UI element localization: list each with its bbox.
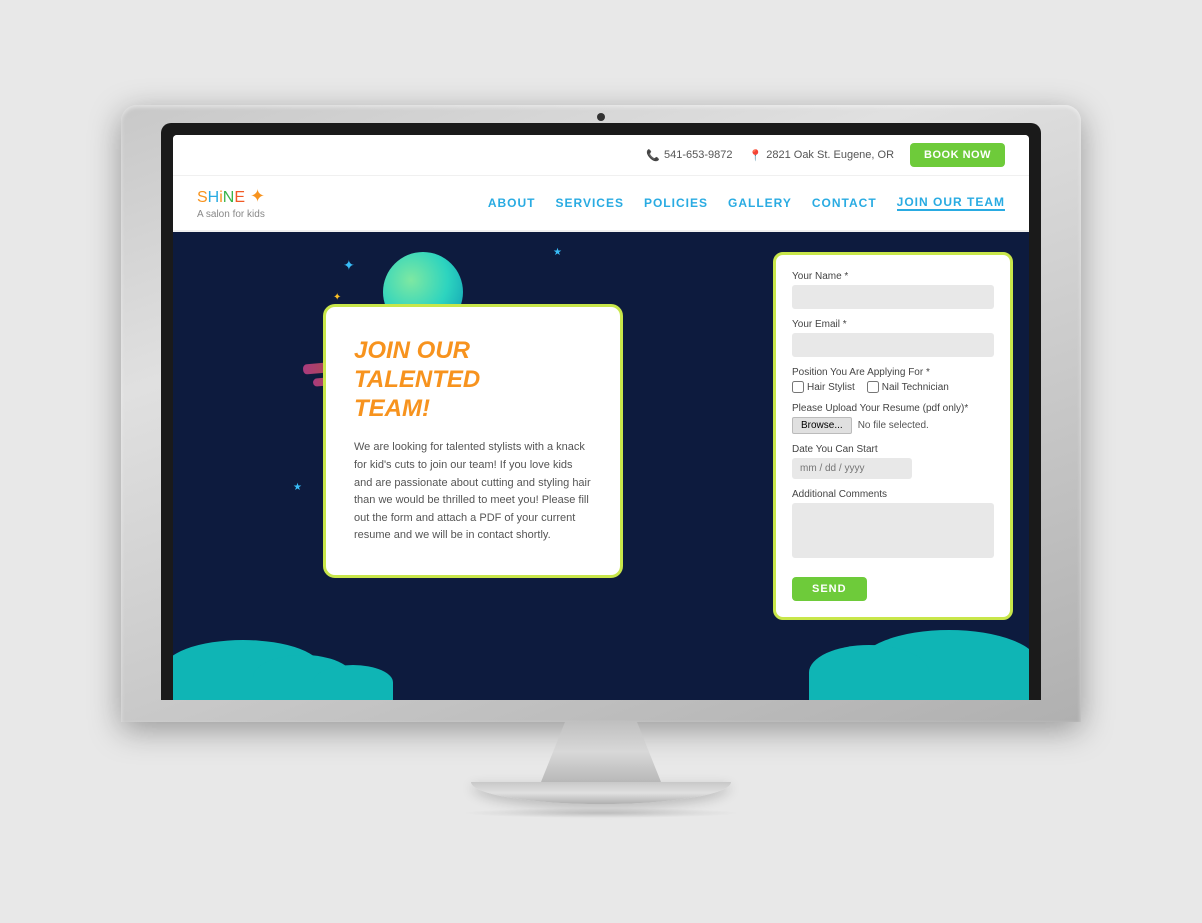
- screen-content: 📞 541-653-9872 📍 2821 Oak St. Eugene, OR…: [173, 135, 1029, 700]
- logo: SHiNE ✦ A salon for kids: [197, 186, 265, 220]
- nail-tech-option: Nail Technician: [867, 381, 949, 393]
- nav-services[interactable]: SERVICES: [556, 196, 624, 210]
- camera-dot: [597, 113, 605, 121]
- logo-s: S: [197, 189, 208, 206]
- location-icon: 📍: [749, 149, 763, 162]
- logo-text: SHiNE ✦: [197, 186, 265, 207]
- no-file-label: No file selected.: [858, 420, 929, 431]
- position-checkboxes: Hair Stylist Nail Technician: [792, 381, 994, 393]
- address-text: 2821 Oak St. Eugene, OR: [766, 149, 894, 161]
- join-card: JOIN OUR TALENTED TEAM! We are looking f…: [323, 304, 623, 578]
- monitor-shell: 📞 541-653-9872 📍 2821 Oak St. Eugene, OR…: [121, 105, 1081, 818]
- hair-stylist-option: Hair Stylist: [792, 381, 855, 393]
- nail-tech-label: Nail Technician: [882, 382, 949, 393]
- name-input[interactable]: [792, 285, 994, 309]
- comments-label: Additional Comments: [792, 489, 994, 500]
- monitor-neck: [541, 722, 661, 782]
- hero-left: JOIN OUR TALENTED TEAM! We are looking f…: [173, 232, 763, 700]
- browse-button[interactable]: Browse...: [792, 417, 852, 434]
- position-group: Position You Are Applying For * Hair Sty…: [792, 367, 994, 393]
- position-label: Position You Are Applying For *: [792, 367, 994, 378]
- nail-tech-checkbox[interactable]: [867, 381, 879, 393]
- apply-form: Your Name * Your Email * Position You Ar…: [773, 252, 1013, 620]
- hero-right: Your Name * Your Email * Position You Ar…: [763, 232, 1029, 700]
- resume-group: Please Upload Your Resume (pdf only)* Br…: [792, 403, 994, 434]
- join-title: JOIN OUR TALENTED TEAM!: [354, 337, 592, 423]
- resume-label: Please Upload Your Resume (pdf only)*: [792, 403, 994, 414]
- join-description: We are looking for talented stylists wit…: [354, 439, 592, 545]
- date-label: Date You Can Start: [792, 444, 994, 455]
- nav-about[interactable]: ABOUT: [488, 196, 536, 210]
- comments-textarea[interactable]: [792, 503, 994, 558]
- logo-e: E: [234, 189, 245, 206]
- logo-tagline: A salon for kids: [197, 209, 265, 220]
- logo-n: N: [223, 189, 235, 206]
- nav-contact[interactable]: CONTACT: [812, 196, 877, 210]
- monitor-bezel: 📞 541-653-9872 📍 2821 Oak St. Eugene, OR…: [161, 123, 1041, 700]
- date-input[interactable]: [792, 458, 912, 479]
- nav-gallery[interactable]: GALLERY: [728, 196, 792, 210]
- email-label: Your Email *: [792, 319, 994, 330]
- monitor-base: [471, 782, 731, 804]
- logo-star-icon: ✦: [245, 186, 265, 206]
- nav-join-our-team[interactable]: JOIN OUR TEAM: [897, 195, 1005, 211]
- hero-section: ✦ ✦ ✦ ★ ✦ ✦ ✦ ★ ★ JOIN OUR TALENTED T: [173, 232, 1029, 700]
- logo-h: H: [208, 189, 220, 206]
- nav-links: ABOUT SERVICES POLICIES GALLERY CONTACT …: [488, 195, 1005, 211]
- send-button[interactable]: SEND: [792, 577, 867, 601]
- phone-icon: 📞: [646, 149, 660, 162]
- file-upload-row: Browse... No file selected.: [792, 417, 994, 434]
- nav-policies[interactable]: POLICIES: [644, 196, 708, 210]
- address-info: 📍 2821 Oak St. Eugene, OR: [749, 149, 895, 162]
- top-bar: 📞 541-653-9872 📍 2821 Oak St. Eugene, OR…: [173, 135, 1029, 176]
- book-now-button[interactable]: BOOK NOW: [910, 143, 1005, 167]
- phone-info: 📞 541-653-9872: [646, 149, 732, 162]
- monitor-screen-outer: 📞 541-653-9872 📍 2821 Oak St. Eugene, OR…: [121, 105, 1081, 722]
- hair-stylist-label: Hair Stylist: [807, 382, 855, 393]
- monitor-base-shadow: [461, 808, 741, 818]
- comments-group: Additional Comments: [792, 489, 994, 563]
- date-group: Date You Can Start: [792, 444, 994, 479]
- hair-stylist-checkbox[interactable]: [792, 381, 804, 393]
- name-label: Your Name *: [792, 271, 994, 282]
- email-group: Your Email *: [792, 319, 994, 357]
- nav-bar: SHiNE ✦ A salon for kids ABOUT SERVICES …: [173, 176, 1029, 232]
- phone-number: 541-653-9872: [664, 149, 733, 161]
- email-input[interactable]: [792, 333, 994, 357]
- name-group: Your Name *: [792, 271, 994, 309]
